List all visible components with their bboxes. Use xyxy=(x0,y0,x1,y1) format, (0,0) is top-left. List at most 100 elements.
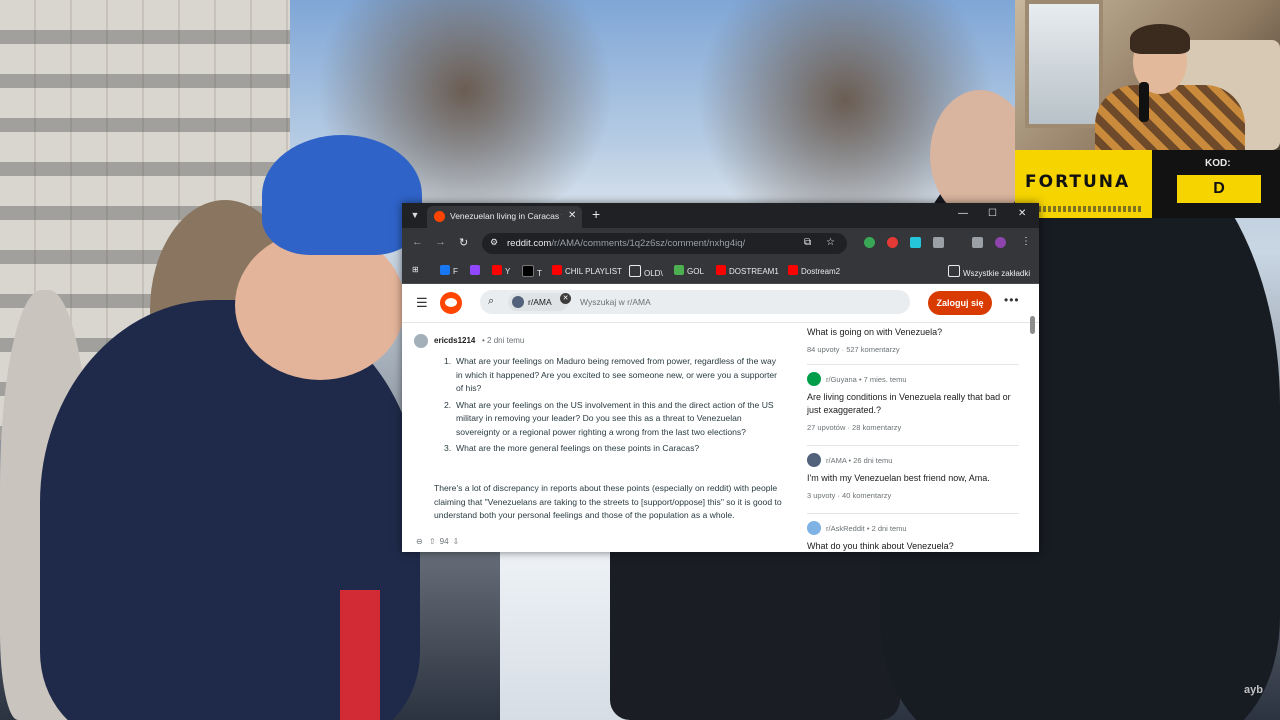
extension-icon[interactable] xyxy=(910,237,921,248)
browser-menu-icon[interactable]: ⋮ xyxy=(1021,236,1031,247)
bookmarks-bar: ⊞ F Y T CHIL PLAYLIST OLD\ GOL DOSTREAM1… xyxy=(402,258,1039,284)
bookmark-star-icon[interactable]: ☆ xyxy=(826,237,835,248)
more-options-icon[interactable]: ••• xyxy=(1004,293,1020,307)
related-subreddit[interactable]: r/AMA xyxy=(826,456,846,465)
avatar[interactable] xyxy=(414,334,428,348)
forward-icon[interactable]: → xyxy=(435,236,446,248)
related-post[interactable]: r/AMA • 26 dni temu I'm with my Venezuel… xyxy=(807,453,1022,500)
divider xyxy=(807,445,1019,446)
comment-paragraph: There's a lot of discrepancy in reports … xyxy=(434,483,782,520)
blue-beanie xyxy=(262,135,422,255)
x-icon xyxy=(522,265,534,277)
bookmark-item[interactable]: DOSTREAM1 xyxy=(716,265,779,276)
reddit-favicon-icon xyxy=(434,211,445,222)
menu-icon[interactable]: ☰ xyxy=(416,295,428,311)
tab-search-icon[interactable]: ▼ xyxy=(408,208,422,222)
code-value: D xyxy=(1177,175,1261,203)
related-time: • 26 dni temu xyxy=(848,456,893,465)
extension-icon[interactable] xyxy=(864,237,875,248)
reddit-logo-icon[interactable] xyxy=(440,292,462,314)
youtube-icon xyxy=(716,265,726,275)
related-post[interactable]: r/AskReddit • 2 dni temu What do you thi… xyxy=(807,521,1022,552)
list-text: What are the more general feelings on th… xyxy=(456,443,700,453)
bookmark-item[interactable] xyxy=(470,265,483,276)
related-post-title[interactable]: What is going on with Venezuela? xyxy=(807,326,1022,339)
tab-close-icon[interactable]: ✕ xyxy=(568,210,576,221)
related-post[interactable]: r/Guyana • 7 mies. temu Are living condi… xyxy=(807,372,1022,432)
reading-list-icon[interactable] xyxy=(972,237,983,248)
address-bar[interactable]: ⚙ reddit.com/r/AMA/comments/1q2z6sz/comm… xyxy=(482,233,847,254)
scrollbar[interactable] xyxy=(1030,316,1036,552)
subreddit-chip[interactable]: r/AMA xyxy=(508,293,568,311)
related-subreddit[interactable]: r/Guyana xyxy=(826,375,857,384)
minimize-icon[interactable]: — xyxy=(958,208,968,219)
flag xyxy=(340,590,380,720)
twitch-icon xyxy=(470,265,480,275)
upvote-icon[interactable]: ⇧ xyxy=(429,537,436,546)
gol-icon xyxy=(674,265,684,275)
list-item: 3. What are the more general feelings on … xyxy=(444,442,784,456)
url-text[interactable]: reddit.com/r/AMA/comments/1q2z6sz/commen… xyxy=(507,238,745,249)
search-icon: ⌕ xyxy=(488,295,495,307)
bookmark-item[interactable]: Dostream2 xyxy=(788,265,840,276)
related-post[interactable]: What is going on with Venezuela? 84 upvo… xyxy=(807,326,1022,354)
related-comments: 40 komentarzy xyxy=(842,491,892,500)
youtube-icon xyxy=(788,265,798,275)
scroll-thumb[interactable] xyxy=(1030,316,1035,334)
install-app-icon[interactable]: ⧉ xyxy=(804,237,811,248)
related-upvotes: 3 upvoty xyxy=(807,491,836,500)
list-text: What are your feelings on the US involve… xyxy=(456,399,774,437)
related-comments: 28 komentarzy xyxy=(852,423,902,432)
youtube-icon xyxy=(492,265,502,275)
bookmark-item[interactable]: T xyxy=(522,265,542,278)
maximize-icon[interactable]: ☐ xyxy=(988,208,997,219)
url-path: /r/AMA/comments/1q2z6sz/comment/nxhg4iq/ xyxy=(551,238,746,249)
browser-toolbar: ← → ↻ ⚙ reddit.com/r/AMA/comments/1q2z6s… xyxy=(402,228,1039,258)
related-time: • 2 dni temu xyxy=(866,524,907,533)
comment-author[interactable]: ericds1214 xyxy=(434,336,475,345)
guyana-flag-icon xyxy=(807,372,821,386)
related-comments: 527 komentarzy xyxy=(846,345,900,354)
bookmark-item[interactable]: Y xyxy=(492,265,510,276)
sponsor-brand: FORTUNA xyxy=(1025,172,1131,192)
profile-avatar-icon[interactable] xyxy=(995,237,1006,248)
list-item: 2. What are your feelings on the US invol… xyxy=(444,399,784,440)
bookmark-folder[interactable]: OLD\ xyxy=(629,265,663,278)
related-post-title[interactable]: I'm with my Venezuelan best friend now, … xyxy=(807,472,1022,485)
related-subreddit[interactable]: r/AskReddit xyxy=(826,524,865,533)
comment-time: • 2 dni temu xyxy=(482,336,525,345)
related-upvotes: 84 upvoty xyxy=(807,345,840,354)
streamer-webcam xyxy=(1015,0,1280,150)
streamer-shirt xyxy=(1095,85,1245,150)
related-post-title[interactable]: What do you think about Venezuela? xyxy=(807,540,1022,552)
related-posts: What is going on with Venezuela? 84 upvo… xyxy=(804,322,1029,552)
all-bookmarks[interactable]: Wszystkie zakładki xyxy=(948,265,1030,278)
bookmark-item[interactable]: GOL xyxy=(674,265,704,276)
extensions-puzzle-icon[interactable] xyxy=(933,237,944,248)
bookmark-item[interactable]: F xyxy=(440,265,458,276)
browser-window: ▼ Venezuelan living in Caracas th ✕ + — … xyxy=(402,203,1039,552)
close-window-icon[interactable]: ✕ xyxy=(1018,208,1026,219)
back-icon[interactable]: ← xyxy=(412,236,423,248)
downvote-icon[interactable]: ⇩ xyxy=(453,537,460,546)
collapse-icon[interactable]: ⊖ xyxy=(416,537,423,546)
folder-icon xyxy=(948,265,960,277)
divider xyxy=(807,364,1019,365)
extension-icon[interactable] xyxy=(887,237,898,248)
related-post-title[interactable]: Are living conditions in Venezuela reall… xyxy=(807,391,1022,417)
list-number: 3. xyxy=(444,443,452,453)
bookmark-item[interactable]: CHIL PLAYLIST xyxy=(552,265,622,276)
reload-icon[interactable]: ↻ xyxy=(459,236,468,249)
search-input[interactable]: ⌕ r/AMA ✕ Wyszukaj w r/AMA xyxy=(480,290,910,314)
chip-close-icon[interactable]: ✕ xyxy=(560,293,571,304)
apps-grid-icon[interactable]: ⊞ xyxy=(412,265,419,274)
site-info-icon[interactable]: ⚙ xyxy=(490,237,498,248)
active-tab[interactable]: Venezuelan living in Caracas th ✕ xyxy=(427,206,582,228)
related-upvotes: 27 upvotów xyxy=(807,423,846,432)
vote-count: 94 xyxy=(439,537,449,546)
subreddit-icon xyxy=(512,296,524,308)
sponsor-banner: FORTUNA KOD: D xyxy=(1015,150,1280,218)
login-button[interactable]: Zaloguj się xyxy=(928,291,992,315)
new-tab-icon[interactable]: + xyxy=(592,206,600,222)
list-number: 2. xyxy=(444,399,452,410)
